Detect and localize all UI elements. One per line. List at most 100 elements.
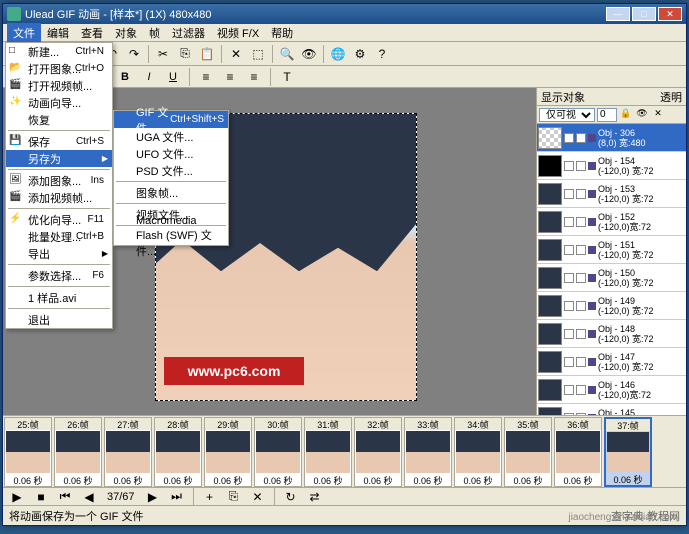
object-list[interactable]: Obj - 306(8,0) 宽:480Obj - 154(-120,0) 宽:… <box>537 124 686 415</box>
menu-optimize[interactable]: ⚡优化向导...F11 <box>6 211 112 228</box>
object-item[interactable]: Obj - 153(-120,0) 宽:72 <box>537 180 686 208</box>
redo-icon[interactable]: ↷ <box>124 44 144 64</box>
object-checkbox[interactable] <box>564 273 574 283</box>
timeline-frame[interactable]: 28:帧0.06 秒 <box>154 417 202 487</box>
eye-icon[interactable]: 👁 <box>635 108 649 122</box>
visibility-filter[interactable]: 仅可视的 <box>539 108 595 122</box>
object-checkbox[interactable] <box>576 161 586 171</box>
object-item[interactable]: Obj - 151(-120,0) 宽:72 <box>537 236 686 264</box>
menu-edit[interactable]: 编辑 <box>41 23 75 43</box>
timeline[interactable]: 25:帧0.06 秒26:帧0.06 秒27:帧0.06 秒28:帧0.06 秒… <box>3 415 686 487</box>
help-icon[interactable]: ? <box>372 44 392 64</box>
menu-export[interactable]: 导出▶ <box>6 245 112 262</box>
italic-icon[interactable]: I <box>139 67 159 87</box>
timeline-frame[interactable]: 32:帧0.06 秒 <box>354 417 402 487</box>
menu-recover[interactable]: 恢复 <box>6 111 112 128</box>
delete-icon[interactable]: ✕ <box>226 44 246 64</box>
menu-filter[interactable]: 过滤器 <box>166 23 211 43</box>
menu-wizard[interactable]: ✨动画向导... <box>6 94 112 111</box>
del-frame-icon[interactable]: ✕ <box>248 487 268 507</box>
menu-batch[interactable]: 批量处理...Ctrl+B <box>6 228 112 245</box>
timeline-frame[interactable]: 27:帧0.06 秒 <box>104 417 152 487</box>
menu-videofx[interactable]: 视频 F/X <box>211 23 265 43</box>
first-frame-icon[interactable]: ⏮ <box>55 487 75 507</box>
saveas-imgframe[interactable]: 图象帧... <box>114 184 228 201</box>
object-item[interactable]: Obj - 154(-120,0) 宽:72 <box>537 152 686 180</box>
play-icon[interactable]: ▶ <box>7 487 27 507</box>
menu-frame[interactable]: 帧 <box>143 23 166 43</box>
saveas-psd[interactable]: PSD 文件... <box>114 162 228 179</box>
object-checkbox[interactable] <box>564 329 574 339</box>
saveas-gif[interactable]: GIF 文件...Ctrl+Shift+S <box>114 111 228 128</box>
object-item[interactable]: Obj - 306(8,0) 宽:480 <box>537 124 686 152</box>
object-checkbox[interactable] <box>576 133 586 143</box>
object-checkbox[interactable] <box>576 357 586 367</box>
timeline-frame[interactable]: 36:帧0.06 秒 <box>554 417 602 487</box>
timeline-frame[interactable]: 35:帧0.06 秒 <box>504 417 552 487</box>
opacity-input[interactable] <box>597 108 617 122</box>
object-checkbox[interactable] <box>576 301 586 311</box>
paste-icon[interactable]: 📋 <box>197 44 217 64</box>
cut-icon[interactable]: ✂ <box>153 44 173 64</box>
zoom-icon[interactable]: 🔍 <box>277 44 297 64</box>
menu-view[interactable]: 查看 <box>75 23 109 43</box>
loop-icon[interactable]: ↻ <box>281 487 301 507</box>
timeline-frame[interactable]: 31:帧0.06 秒 <box>304 417 352 487</box>
menu-save[interactable]: 💾保存Ctrl+S <box>6 133 112 150</box>
object-checkbox[interactable] <box>564 189 574 199</box>
settings-icon[interactable]: ⚙ <box>350 44 370 64</box>
timeline-frame[interactable]: 30:帧0.06 秒 <box>254 417 302 487</box>
object-checkbox[interactable] <box>564 357 574 367</box>
delete-obj-icon[interactable]: ✕ <box>651 108 665 122</box>
object-checkbox[interactable] <box>576 189 586 199</box>
object-item[interactable]: Obj - 146(-120,0)宽:72 <box>537 376 686 404</box>
menu-open[interactable]: 📂打开图象...Ctrl+O <box>6 60 112 77</box>
minimize-button[interactable]: — <box>606 7 630 21</box>
close-button[interactable]: ✕ <box>658 7 682 21</box>
menu-add-image[interactable]: 🖼添加图象...Ins <box>6 172 112 189</box>
next-frame-icon[interactable]: ▶ <box>143 487 163 507</box>
bold-icon[interactable]: B <box>115 67 135 87</box>
maximize-button[interactable]: □ <box>632 7 656 21</box>
object-checkbox[interactable] <box>564 133 574 143</box>
object-item[interactable]: Obj - 148(-120,0) 宽:72 <box>537 320 686 348</box>
menu-help[interactable]: 帮助 <box>265 23 299 43</box>
object-item[interactable]: Obj - 145(-120,0)宽:72 <box>537 404 686 415</box>
object-item[interactable]: Obj - 147(-120,0) 宽:72 <box>537 348 686 376</box>
timeline-frame[interactable]: 25:帧0.06 秒 <box>4 417 52 487</box>
object-checkbox[interactable] <box>564 217 574 227</box>
menu-new[interactable]: □新建...Ctrl+N <box>6 43 112 60</box>
timeline-frame[interactable]: 34:帧0.06 秒 <box>454 417 502 487</box>
menu-open-video[interactable]: 🎬打开视频帧... <box>6 77 112 94</box>
object-checkbox[interactable] <box>576 385 586 395</box>
menu-add-video[interactable]: 🎬添加视频帧... <box>6 189 112 206</box>
object-checkbox[interactable] <box>576 273 586 283</box>
web-icon[interactable]: 🌐 <box>328 44 348 64</box>
object-checkbox[interactable] <box>564 385 574 395</box>
object-item[interactable]: Obj - 150(-120,0) 宽:72 <box>537 264 686 292</box>
object-item[interactable]: Obj - 149(-120,0) 宽:72 <box>537 292 686 320</box>
align-center-icon[interactable]: ≡ <box>220 67 240 87</box>
add-frame-icon[interactable]: + <box>200 487 220 507</box>
object-item[interactable]: Obj - 152(-120,0)宽:72 <box>537 208 686 236</box>
stop-icon[interactable]: ■ <box>31 487 51 507</box>
timeline-frame[interactable]: 29:帧0.06 秒 <box>204 417 252 487</box>
menu-object[interactable]: 对象 <box>109 23 143 43</box>
timeline-frame[interactable]: 33:帧0.06 秒 <box>404 417 452 487</box>
copy-icon[interactable]: ⎘ <box>175 44 195 64</box>
align-right-icon[interactable]: ≡ <box>244 67 264 87</box>
lock-icon[interactable]: 🔒 <box>619 108 633 122</box>
menu-params[interactable]: 参数选择...F6 <box>6 267 112 284</box>
dup-frame-icon[interactable]: ⎘ <box>224 487 244 507</box>
crop-icon[interactable]: ⬚ <box>248 44 268 64</box>
timeline-frame[interactable]: 26:帧0.06 秒 <box>54 417 102 487</box>
timeline-frame[interactable]: 37:帧0.06 秒 <box>604 417 652 487</box>
menu-file[interactable]: 文件 <box>7 23 41 43</box>
object-checkbox[interactable] <box>576 217 586 227</box>
saveas-uga[interactable]: UGA 文件... <box>114 128 228 145</box>
prev-frame-icon[interactable]: ◀ <box>79 487 99 507</box>
saveas-swf[interactable]: Macromedia Flash (SWF) 文件... <box>114 228 228 245</box>
menu-exit[interactable]: 退出 <box>6 311 112 328</box>
object-checkbox[interactable] <box>576 245 586 255</box>
menu-recent[interactable]: 1 样品.avi <box>6 289 112 306</box>
